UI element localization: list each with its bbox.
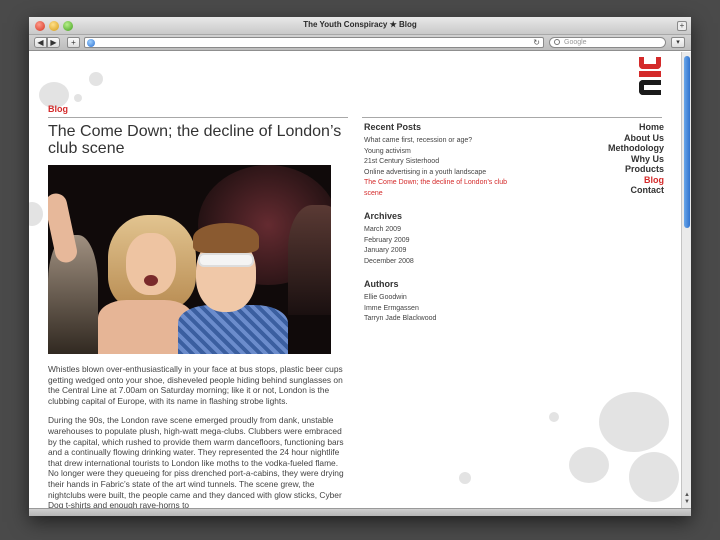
post-body: Whistles blown over-enthusiastically in …	[48, 364, 350, 508]
address-bar[interactable]: ↻	[84, 37, 544, 48]
page-viewport: Blog The Come Down; the decline of Londo…	[29, 52, 681, 508]
post-title: The Come Down; the decline of London’s c…	[48, 123, 342, 157]
splatter-decoration	[459, 472, 471, 484]
bookmark-icon: ▾	[676, 39, 680, 46]
author-link[interactable]: Ellie Goodwin	[364, 293, 514, 304]
forward-button[interactable]: ▶	[47, 37, 60, 48]
divider	[48, 117, 348, 118]
logo-mark	[639, 80, 661, 95]
nav-item-blog[interactable]: Blog	[608, 175, 664, 186]
search-placeholder: Google	[564, 39, 587, 46]
nav-item-about-us[interactable]: About Us	[608, 133, 664, 144]
photo-shape	[288, 205, 331, 315]
browser-window: The Youth Conspiracy ★ Blog + ◀ ▶ + ↻ Go…	[29, 17, 691, 516]
title-bar: The Youth Conspiracy ★ Blog +	[29, 17, 691, 35]
photo-shape	[198, 253, 254, 267]
splatter-decoration	[569, 447, 609, 483]
recent-post-link-current[interactable]: The Come Down; the decline of London’s c…	[364, 178, 514, 199]
section-label: Blog	[48, 104, 68, 114]
photo-shape	[178, 305, 288, 354]
photo-shape	[193, 223, 259, 253]
splatter-decoration	[629, 452, 679, 502]
logo-mark	[639, 57, 661, 69]
post-paragraph: During the 90s, the London rave scene em…	[48, 415, 344, 508]
reload-icon[interactable]: ↻	[533, 38, 540, 47]
back-button[interactable]: ◀	[34, 37, 47, 48]
logo-mark	[639, 71, 661, 77]
add-bookmark-button[interactable]: +	[67, 37, 80, 48]
nav-item-methodology[interactable]: Methodology	[608, 143, 664, 154]
plus-icon: +	[71, 38, 76, 47]
splatter-decoration	[29, 202, 43, 226]
status-bar	[29, 508, 691, 516]
post-photo	[48, 165, 331, 354]
scroll-arrows-icon[interactable]: ▲ ▼	[683, 492, 691, 506]
sidebar: Recent Posts What came first, recession …	[364, 122, 514, 337]
nav-item-contact[interactable]: Contact	[608, 185, 665, 196]
divider	[362, 117, 662, 118]
nav-item-products[interactable]: Products	[608, 164, 664, 175]
author-link[interactable]: Imme Ermgassen	[364, 304, 514, 315]
back-arrow-icon: ◀	[37, 38, 44, 47]
nav-item-why-us[interactable]: Why Us	[608, 154, 664, 165]
nav-item-home[interactable]: Home	[608, 122, 664, 133]
archive-link[interactable]: February 2009	[364, 236, 514, 247]
splatter-decoration	[549, 412, 559, 422]
site-globe-icon	[87, 39, 95, 47]
window-title: The Youth Conspiracy ★ Blog	[303, 20, 417, 29]
vertical-scrollbar[interactable]: ▲ ▼	[681, 52, 691, 508]
search-icon	[554, 39, 560, 45]
forward-arrow-icon: ▶	[50, 38, 57, 47]
post-paragraph: Whistles blown over-enthusiastically in …	[48, 364, 343, 406]
bookmarks-menu-button[interactable]: ▾	[671, 37, 685, 48]
archive-link[interactable]: December 2008	[364, 257, 514, 268]
main-nav: Home About Us Methodology Why Us Product…	[608, 122, 664, 196]
search-input[interactable]: Google	[549, 37, 666, 48]
photo-shape	[144, 275, 158, 286]
archives-list: March 2009 February 2009 January 2009 De…	[364, 225, 514, 267]
splatter-decoration	[74, 94, 82, 102]
recent-post-link[interactable]: Young activism	[364, 147, 514, 158]
recent-posts-heading: Recent Posts	[364, 122, 422, 132]
splatter-decoration	[599, 392, 669, 452]
toolbar-toggle-icon[interactable]: +	[677, 21, 687, 31]
archive-link[interactable]: January 2009	[364, 246, 514, 257]
scroll-thumb[interactable]	[684, 56, 690, 228]
archive-link[interactable]: March 2009	[364, 225, 514, 236]
recent-post-link[interactable]: What came first, recession or age?	[364, 136, 514, 147]
recent-post-link[interactable]: 21st Century Sisterhood	[364, 157, 514, 168]
recent-posts-list: What came first, recession or age? Young…	[364, 136, 514, 199]
browser-toolbar: ◀ ▶ + ↻ Google ▾	[29, 35, 691, 51]
author-link[interactable]: Tarryn Jade Blackwood	[364, 314, 514, 325]
site-logo[interactable]	[639, 57, 661, 97]
authors-heading: Authors	[364, 279, 399, 289]
authors-list: Ellie Goodwin Imme Ermgassen Tarryn Jade…	[364, 293, 514, 325]
archives-heading: Archives	[364, 211, 403, 221]
recent-post-link[interactable]: Online advertising in a youth landscape	[364, 168, 514, 179]
splatter-decoration	[89, 72, 103, 86]
